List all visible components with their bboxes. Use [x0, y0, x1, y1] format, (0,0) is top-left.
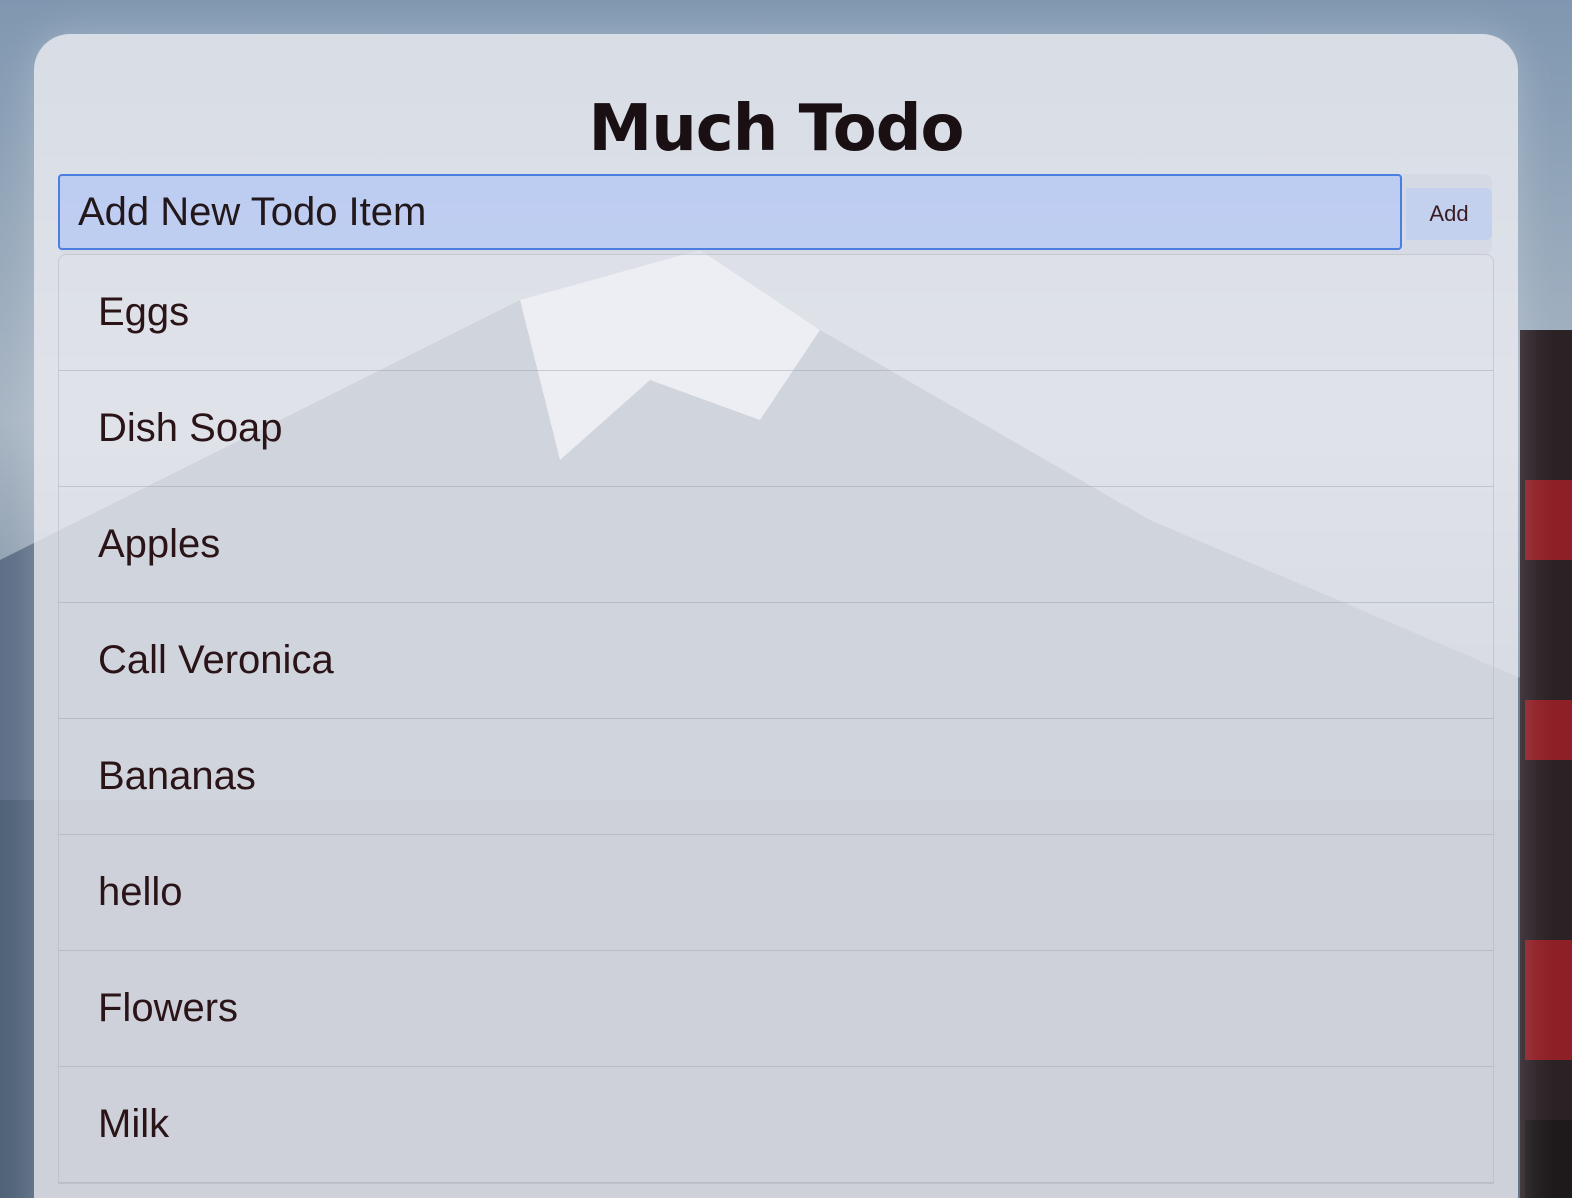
todo-item[interactable]: Dish Soap	[59, 371, 1493, 487]
todo-list: Eggs Dish Soap Apples Call Veronica Bana…	[58, 254, 1494, 1184]
todo-item[interactable]: Flowers	[59, 951, 1493, 1067]
todo-panel: Much Todo Add Eggs Dish Soap Apples Call…	[34, 34, 1518, 1198]
add-button[interactable]: Add	[1406, 188, 1492, 240]
todo-item[interactable]: Apples	[59, 487, 1493, 603]
todo-item[interactable]: Bananas	[59, 719, 1493, 835]
app-title: Much Todo	[588, 92, 965, 166]
todo-item[interactable]: hello	[59, 835, 1493, 951]
new-todo-input[interactable]	[58, 174, 1402, 250]
todo-item[interactable]: Eggs	[59, 255, 1493, 371]
todo-item[interactable]: Call Veronica	[59, 603, 1493, 719]
add-todo-form: Add	[58, 174, 1492, 254]
todo-item[interactable]: Milk	[59, 1067, 1493, 1183]
